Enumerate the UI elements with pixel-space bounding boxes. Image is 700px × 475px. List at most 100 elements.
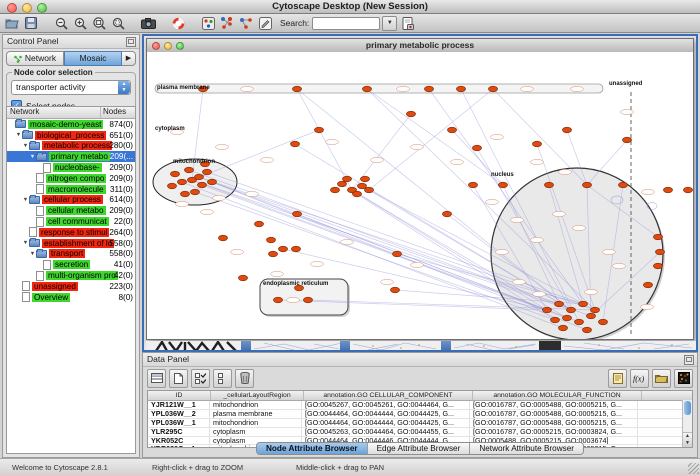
vizmapper-icon[interactable] [200,16,216,31]
status-pan-hint: Middle-click + drag to PAN [296,463,384,472]
column-header[interactable]: annotation.GO CELLULAR_COMPONENT [304,391,473,400]
table-cell: [GO:0044464, GO:0044444, GO:0044425, G..… [302,410,470,418]
gene-label [559,169,572,174]
tree-label: secretion [53,260,90,269]
more-tabs-icon[interactable]: ▶ [122,51,136,66]
disclosure-triangle-icon[interactable]: ▼ [22,197,29,203]
unselect-all-attributes-icon[interactable] [213,369,232,388]
network-canvas[interactable] [147,52,693,339]
tab-edge-attribute-browser[interactable]: Edge Attribute Browser [368,443,471,454]
zoom-out-icon[interactable] [53,16,69,31]
gene-label [513,279,526,284]
network-node [304,297,313,303]
network-window-titlebar[interactable]: primary metabolic process [147,39,693,53]
save-session-icon[interactable] [23,16,39,31]
network-node [353,191,362,197]
import-attributes-icon[interactable] [400,16,416,31]
network-node [656,249,665,255]
tree-label: nitrogen compo [46,174,106,183]
snapshot-icon[interactable] [140,16,156,31]
tree-row[interactable]: multi-organism pro42(0) [7,270,135,281]
column-header[interactable]: ID [148,391,211,400]
network-node [499,182,508,188]
select-attributes-icon[interactable] [147,369,166,388]
tree-row[interactable]: ▼cellular process614(0) [7,195,135,206]
tree-row[interactable]: ▼primary metabo209(... [7,151,135,162]
create-attribute-icon[interactable] [169,369,188,388]
disclosure-triangle-icon[interactable]: ▼ [15,132,22,138]
data-panel: Data Panel f(x) [142,352,698,458]
tree-row[interactable]: ▼biological_process651(0) [7,130,135,141]
column-header[interactable]: _cellularLayoutRegion [211,391,304,400]
layout-network-icon[interactable] [219,16,235,31]
network-node [587,313,596,319]
table-row[interactable]: YPL036W__1mitochondrion[GO:0044464, GO:0… [148,419,692,428]
tree-column-nodes[interactable]: Nodes [101,107,135,118]
file-icon [22,281,30,291]
tree-row[interactable]: cellular metabo209(0) [7,205,135,216]
tab-mosaic[interactable]: Mosaic [64,51,122,66]
zoom-selected-icon[interactable] [91,16,107,31]
network-view[interactable]: plasma membrane cytoplasm mitochondrion … [147,52,693,339]
tree-row[interactable]: unassigned223(0) [7,281,135,292]
tab-network-attribute-browser[interactable]: Network Attribute Browser [470,443,583,454]
tab-network[interactable]: Network [6,51,64,66]
column-header[interactable]: annotation.GO MOLECULAR_FUNCTION [473,391,642,400]
table-row[interactable]: YLR295Ccytoplasm[GO:0045263, GO:0044464,… [148,428,692,437]
import-table-icon[interactable] [652,369,671,388]
tree-row[interactable]: nitrogen compo209(0) [7,173,135,184]
scrollbar-thumb[interactable] [684,401,691,415]
table-cell: mitochondrion [210,401,302,409]
tree-row[interactable]: Overview8(0) [7,292,135,303]
help-icon[interactable] [170,16,186,31]
search-dropdown-icon[interactable]: ▼ [382,16,397,31]
delete-attributes-icon[interactable] [235,369,254,388]
resize-grip[interactable] [688,463,699,474]
tree-row[interactable]: secretion41(0) [7,259,135,270]
table-cell: mitochondrion [210,419,302,427]
attribute-table: ID_cellularLayoutRegionannotation.GO CEL… [147,390,693,448]
file-icon [29,227,37,237]
zoom-in-icon[interactable] [72,16,88,31]
tree-row[interactable]: mosaic-demo-yeast874(0) [7,119,135,130]
disclosure-triangle-icon[interactable]: ▼ [29,154,36,160]
control-panel-title: Control Panel [3,35,139,46]
disclosure-triangle-icon[interactable]: ▼ [22,143,29,149]
search-input[interactable] [312,17,380,30]
network-node [239,275,248,281]
table-row[interactable]: YJR121W__1mitochondrion[GO:0045267, GO:0… [148,401,692,410]
tree-row[interactable]: response to stimul264(0) [7,227,135,238]
tab-node-attribute-browser[interactable]: Node Attribute Browser [257,443,368,454]
gene-label [241,86,254,91]
network-node [551,317,560,323]
layout-network-alt-icon[interactable] [238,16,254,31]
tree-row[interactable]: cell communicat22(0) [7,216,135,227]
tree-row[interactable]: ▼establishment of lo558(0) [7,238,135,249]
table-row[interactable]: YPL036W__2plasma membrane[GO:0044464, GO… [148,410,692,419]
matrix-icon[interactable] [674,369,693,388]
label-icon[interactable] [608,369,627,388]
network-window[interactable]: primary metabolic process plasma membran… [146,38,694,340]
network-node [363,86,372,92]
gene-label [621,109,634,114]
tree-label: Overview [32,293,70,302]
tree-row[interactable]: ▼metabolic process280(0) [7,141,135,152]
formula-builder-icon[interactable]: f(x) [630,369,649,388]
annotation-icon[interactable] [257,16,273,31]
select-all-attributes-icon[interactable] [191,369,210,388]
disclosure-triangle-icon[interactable]: ▼ [29,251,36,257]
node-color-dropdown[interactable]: transporter activity ▲▼ [11,80,131,95]
tree-row[interactable]: nucleobase-209(0) [7,162,135,173]
network-node [583,327,592,333]
tree-row[interactable]: macromolecule311(0) [7,184,135,195]
table-scrollbar[interactable]: ▲▼ [682,400,692,447]
float-panel-icon[interactable] [126,37,136,47]
open-session-icon[interactable] [4,16,20,31]
disclosure-triangle-icon[interactable]: ▼ [22,240,29,246]
network-node [563,127,572,133]
tree-column-network[interactable]: Network [7,107,101,118]
zoom-fit-icon[interactable] [110,16,126,31]
tree-row[interactable]: ▼transport558(0) [7,249,135,260]
float-panel-icon[interactable] [684,355,694,365]
attribute-table-header[interactable]: ID_cellularLayoutRegionannotation.GO CEL… [148,391,692,401]
